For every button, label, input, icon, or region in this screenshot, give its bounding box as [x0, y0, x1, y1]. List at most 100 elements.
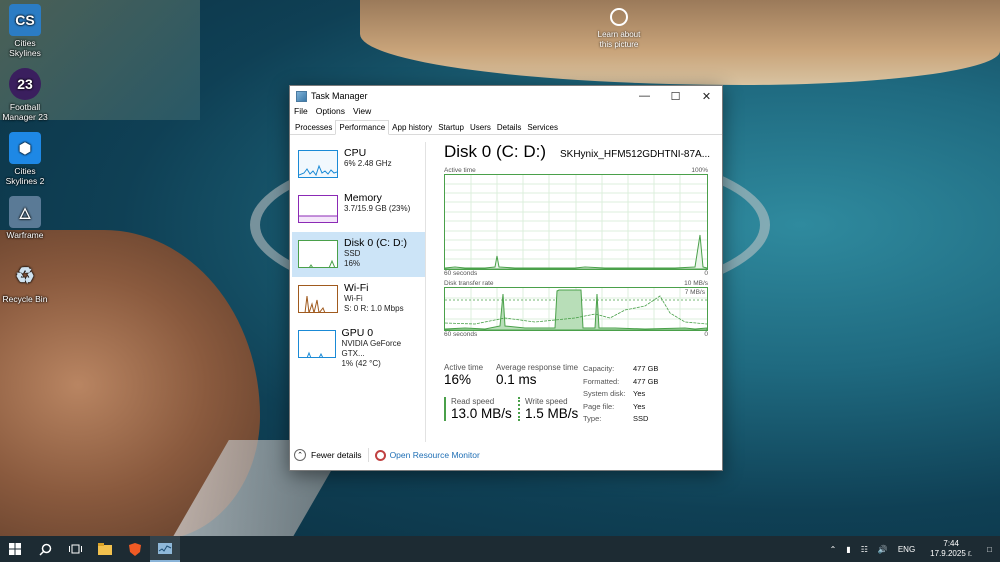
- footer: ⌃ Fewer details Open Resource Monitor: [294, 448, 480, 462]
- open-resource-monitor-link[interactable]: Open Resource Monitor: [390, 450, 480, 460]
- gpu-thumbnail-graph: [298, 330, 336, 358]
- tab-processes[interactable]: Processes: [292, 121, 335, 134]
- taskbar-file-explorer[interactable]: [90, 536, 120, 562]
- menu-bar: File Options View: [290, 106, 722, 120]
- resource-usage: S: 0 R: 1.0 Mbps: [344, 304, 404, 313]
- tab-bar: Processes Performance App history Startu…: [290, 120, 722, 135]
- resource-memory[interactable]: Memory 3.7/15.9 GB (23%): [292, 187, 425, 232]
- disk-thumbnail-graph: [298, 240, 338, 268]
- page-file-label: Page file:: [583, 401, 615, 411]
- active-time-graph-min: 0: [704, 270, 708, 277]
- desktop-icon-label: Cities Skylines: [9, 38, 41, 58]
- desktop-icon-label: Cities Skylines 2: [5, 166, 45, 186]
- learn-about-picture[interactable]: Learn about this picture: [594, 8, 644, 50]
- read-speed-block: Read speed 13.0 MB/s: [444, 397, 512, 421]
- type-value: SSD: [633, 414, 649, 423]
- task-manager-icon: [158, 542, 172, 554]
- capacity-label: Capacity:: [583, 364, 615, 373]
- close-button[interactable]: ✕: [691, 86, 722, 106]
- taskbar-task-manager[interactable]: [150, 536, 180, 562]
- resource-detail: SSD: [344, 249, 361, 258]
- desktop-icon-warframe[interactable]: △ Warframe: [2, 196, 48, 240]
- desktop-icon-recycle-bin[interactable]: ♻ Recycle Bin: [2, 260, 48, 305]
- resource-detail: Wi-Fi: [344, 294, 363, 303]
- write-speed-value: 1.5 MB/s: [525, 406, 579, 421]
- chevron-up-icon[interactable]: ⌃: [294, 449, 306, 461]
- language-indicator[interactable]: ENG: [898, 545, 915, 554]
- response-time-value: 0.1 ms: [496, 372, 537, 387]
- resource-disk-0[interactable]: Disk 0 (C: D:) SSD 16%: [292, 232, 425, 277]
- notification-icon[interactable]: □: [987, 545, 992, 554]
- minimize-button[interactable]: —: [629, 86, 660, 106]
- footer-divider: [367, 448, 369, 462]
- start-button[interactable]: [0, 536, 30, 562]
- system-tray: ⌃ ▮ ☷ 🔊 ENG 7:44 17.9.2025 г. □: [825, 536, 1000, 562]
- chevron-up-icon[interactable]: ⌃: [830, 545, 837, 554]
- transfer-rate-reference: 7 MB/s: [684, 289, 705, 296]
- write-speed-block: Write speed 1.5 MB/s: [518, 397, 578, 421]
- transfer-rate-graph-min: 0: [704, 331, 708, 338]
- tab-performance[interactable]: Performance: [335, 120, 390, 135]
- fewer-details-link[interactable]: Fewer details: [311, 450, 362, 460]
- active-time-graph-max: 100%: [691, 167, 708, 174]
- task-view-icon: [68, 544, 82, 554]
- read-speed-value: 13.0 MB/s: [451, 406, 512, 421]
- folder-icon: [98, 543, 112, 555]
- search-button[interactable]: [30, 536, 60, 562]
- tab-app-history[interactable]: App history: [389, 121, 435, 134]
- desktop-icon-football-manager[interactable]: 23 Football Manager 23: [2, 68, 48, 122]
- cpu-thumbnail-graph: [298, 150, 338, 178]
- clock[interactable]: 7:44 17.9.2025 г.: [930, 539, 972, 559]
- search-icon: [38, 543, 51, 556]
- active-time-value: 16%: [444, 372, 472, 387]
- tab-users[interactable]: Users: [467, 121, 494, 134]
- task-view-button[interactable]: [60, 536, 90, 562]
- active-time-graph-label: Active time: [444, 167, 476, 174]
- system-disk-value: Yes: [633, 389, 646, 398]
- resource-name: Memory: [344, 192, 382, 204]
- resource-cpu[interactable]: CPU 6% 2.48 GHz: [292, 142, 425, 187]
- recycle-bin-icon: ♻: [15, 263, 35, 288]
- menu-file[interactable]: File: [294, 106, 308, 120]
- tab-services[interactable]: Services: [524, 121, 561, 134]
- camera-icon: [610, 8, 628, 26]
- task-manager-icon: [296, 90, 307, 102]
- battery-icon[interactable]: ▮: [846, 545, 850, 554]
- menu-view[interactable]: View: [353, 106, 371, 120]
- desktop-icon-cities-skylines-2[interactable]: ⬢ Cities Skylines 2: [2, 132, 48, 186]
- tab-startup[interactable]: Startup: [435, 121, 467, 134]
- formatted-value: 477 GB: [633, 376, 659, 386]
- write-speed-label: Write speed: [525, 397, 568, 406]
- cities-skylines-2-icon: ⬢: [9, 132, 41, 164]
- transfer-rate-graph-max: 10 MB/s: [684, 280, 708, 287]
- response-time-label: Average response time: [496, 363, 579, 372]
- transfer-rate-graph: 7 MB/s: [444, 287, 708, 331]
- volume-icon[interactable]: 🔊: [878, 545, 888, 554]
- tab-details[interactable]: Details: [494, 121, 524, 134]
- taskbar: ⌃ ▮ ☷ 🔊 ENG 7:44 17.9.2025 г. □: [0, 536, 1000, 562]
- disk-model: SKHynix_HFM512GDHTNI-87A...: [560, 149, 711, 160]
- network-icon[interactable]: ☷: [861, 545, 868, 554]
- brave-icon: [129, 542, 141, 556]
- clock-time: 7:44: [943, 539, 959, 548]
- resource-name: GPU 0: [341, 327, 374, 339]
- resource-name: Disk 0 (C: D:): [344, 237, 407, 249]
- page-file-value: Yes: [633, 401, 646, 411]
- desktop-icon-cities-skylines[interactable]: CS Cities Skylines: [2, 4, 48, 58]
- menu-options[interactable]: Options: [316, 106, 345, 120]
- resource-wifi[interactable]: Wi-Fi Wi-Fi S: 0 R: 1.0 Mbps: [292, 277, 425, 322]
- resource-list: CPU 6% 2.48 GHz Memory 3.7/15.9 GB (23%)…: [292, 142, 426, 442]
- desktop-icon-label: Warframe: [6, 230, 44, 240]
- window-title: Task Manager: [311, 91, 368, 101]
- system-disk-label: System disk:: [583, 389, 626, 398]
- warframe-icon: △: [9, 196, 41, 228]
- taskbar-brave-browser[interactable]: [120, 536, 150, 562]
- clock-date: 17.9.2025 г.: [930, 549, 973, 558]
- disk-detail-pane: Disk 0 (C: D:) SKHynix_HFM512GDHTNI-87A.…: [444, 142, 714, 338]
- task-manager-window: Task Manager — ☐ ✕ File Options View Pro…: [289, 85, 723, 471]
- resource-gpu-0[interactable]: GPU 0 NVIDIA GeForce GTX... 1% (42 °C): [292, 322, 425, 368]
- title-bar[interactable]: Task Manager — ☐ ✕: [290, 86, 722, 106]
- maximize-button[interactable]: ☐: [660, 86, 691, 106]
- capacity-value: 477 GB: [633, 364, 659, 373]
- disk-title: Disk 0 (C: D:): [444, 142, 546, 161]
